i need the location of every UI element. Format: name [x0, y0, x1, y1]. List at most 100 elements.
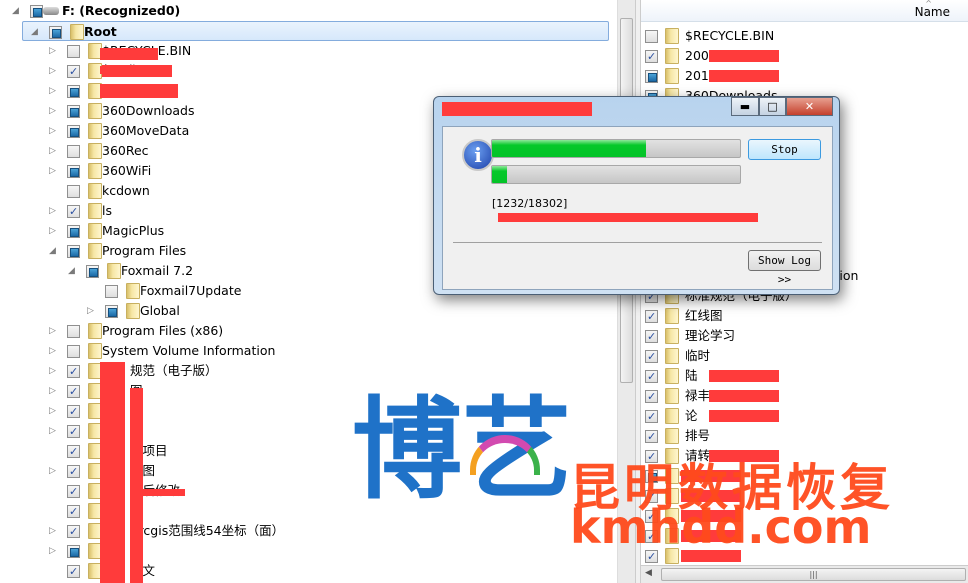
checkbox[interactable] [67, 85, 80, 98]
checkbox[interactable] [645, 547, 658, 567]
collapsed-arrow-icon[interactable]: ▷ [49, 141, 59, 161]
checkbox[interactable] [67, 185, 80, 198]
collapsed-arrow-icon[interactable]: ▷ [49, 321, 59, 341]
checkbox[interactable] [67, 422, 80, 442]
scrollbar-thumb[interactable]: ||| [661, 568, 966, 581]
checkbox[interactable] [67, 382, 80, 402]
checkbox[interactable] [67, 545, 80, 558]
list-item[interactable]: 禄丰 [641, 386, 968, 407]
checkbox[interactable] [67, 245, 80, 258]
maximize-button[interactable]: □ [759, 97, 786, 116]
list-item[interactable] [641, 526, 968, 547]
list-item[interactable]: 排号 [641, 426, 968, 447]
name-column-header[interactable]: ^ Name [641, 0, 968, 22]
checkbox[interactable] [49, 26, 62, 39]
checkbox[interactable] [645, 507, 658, 527]
folder-icon [88, 123, 102, 139]
checkbox[interactable] [645, 307, 658, 327]
stop-button[interactable]: Stop [748, 139, 821, 160]
tree-item[interactable]: ◢ F: (Recognized0) [12, 1, 612, 21]
collapsed-arrow-icon[interactable]: ▷ [49, 341, 59, 361]
checkbox[interactable] [67, 225, 80, 238]
checkbox[interactable] [645, 367, 658, 387]
collapsed-arrow-icon[interactable]: ▷ [49, 81, 59, 101]
checkbox[interactable] [645, 470, 658, 483]
tree-item[interactable]: ▷ System Volume Information [49, 341, 617, 361]
list-item[interactable] [641, 506, 968, 527]
tree-item[interactable]: ▷ Global [87, 301, 617, 321]
checkbox[interactable] [67, 522, 80, 542]
list-item[interactable]: 200 [641, 46, 968, 67]
collapsed-arrow-icon[interactable]: ▷ [49, 421, 59, 441]
checkbox[interactable] [67, 462, 80, 482]
checkbox[interactable] [67, 442, 80, 462]
checkbox[interactable] [105, 305, 118, 318]
checkbox[interactable] [67, 62, 80, 82]
checkbox[interactable] [645, 327, 658, 347]
list-item[interactable]: 201 [641, 66, 968, 86]
checkbox[interactable] [645, 487, 658, 507]
list-item[interactable]: 红线图 [641, 306, 968, 327]
checkbox[interactable] [645, 347, 658, 367]
expanded-arrow-icon[interactable]: ◢ [49, 241, 59, 261]
checkbox[interactable] [67, 145, 80, 158]
checkbox[interactable] [645, 47, 658, 67]
collapsed-arrow-icon[interactable]: ▷ [49, 541, 59, 561]
checkbox[interactable] [67, 502, 80, 522]
list-item[interactable] [641, 486, 968, 507]
expanded-arrow-icon[interactable]: ◢ [31, 22, 41, 42]
checkbox[interactable] [645, 30, 658, 43]
collapsed-arrow-icon[interactable]: ▷ [49, 521, 59, 541]
collapsed-arrow-icon[interactable]: ▷ [49, 201, 59, 221]
checkbox[interactable] [67, 165, 80, 178]
checkbox[interactable] [67, 105, 80, 118]
collapsed-arrow-icon[interactable]: ▷ [87, 301, 97, 321]
tree-item[interactable]: ▷ 规范（电子版） [49, 361, 617, 382]
show-log-button[interactable]: Show Log >> [748, 250, 821, 286]
checkbox[interactable] [67, 402, 80, 422]
checkbox[interactable] [645, 427, 658, 447]
collapsed-arrow-icon[interactable]: ▷ [49, 161, 59, 181]
checkbox[interactable] [645, 527, 658, 547]
checkbox[interactable] [645, 70, 658, 83]
list-item[interactable]: 请转 [641, 446, 968, 467]
list-item[interactable] [641, 546, 968, 567]
checkbox[interactable] [86, 265, 99, 278]
list-item[interactable]: 论 [641, 406, 968, 427]
checkbox[interactable] [67, 345, 80, 358]
collapsed-arrow-icon[interactable]: ▷ [49, 401, 59, 421]
checkbox[interactable] [105, 285, 118, 298]
checkbox[interactable] [67, 325, 80, 338]
collapsed-arrow-icon[interactable]: ▷ [49, 381, 59, 401]
tree-item[interactable]: ◢ Root [22, 21, 609, 41]
tree-item[interactable]: ▷ Program Files (x86) [49, 321, 617, 341]
checkbox[interactable] [67, 125, 80, 138]
scroll-left-icon[interactable]: ◀ [645, 568, 652, 578]
list-item[interactable]: 临时 [641, 346, 968, 367]
collapsed-arrow-icon[interactable]: ▷ [49, 121, 59, 141]
list-item[interactable]: 理论学习 [641, 326, 968, 347]
checkbox[interactable] [645, 387, 658, 407]
checkbox[interactable] [67, 45, 80, 58]
collapsed-arrow-icon[interactable]: ▷ [49, 361, 59, 381]
collapsed-arrow-icon[interactable]: ▷ [49, 41, 59, 61]
list-item[interactable]: 陆 [641, 366, 968, 387]
collapsed-arrow-icon[interactable]: ▷ [49, 461, 59, 481]
checkbox[interactable] [645, 447, 658, 467]
list-item[interactable]: $RECYCLE.BIN [641, 26, 968, 46]
collapsed-arrow-icon[interactable]: ▷ [49, 221, 59, 241]
collapsed-arrow-icon[interactable]: ▷ [49, 101, 59, 121]
checkbox[interactable] [67, 202, 80, 222]
checkbox[interactable] [67, 362, 80, 382]
collapsed-arrow-icon[interactable]: ▷ [49, 61, 59, 81]
close-button[interactable]: ✕ [786, 97, 833, 116]
checkbox[interactable] [645, 407, 658, 427]
minimize-button[interactable]: ▬ [731, 97, 759, 116]
list-horizontal-scrollbar[interactable]: ◀ ||| [641, 565, 968, 583]
list-item[interactable] [641, 466, 968, 486]
checkbox[interactable] [67, 562, 80, 582]
expanded-arrow-icon[interactable]: ◢ [12, 1, 22, 21]
expanded-arrow-icon[interactable]: ◢ [68, 261, 78, 281]
checkbox[interactable] [30, 5, 43, 18]
checkbox[interactable] [67, 482, 80, 502]
